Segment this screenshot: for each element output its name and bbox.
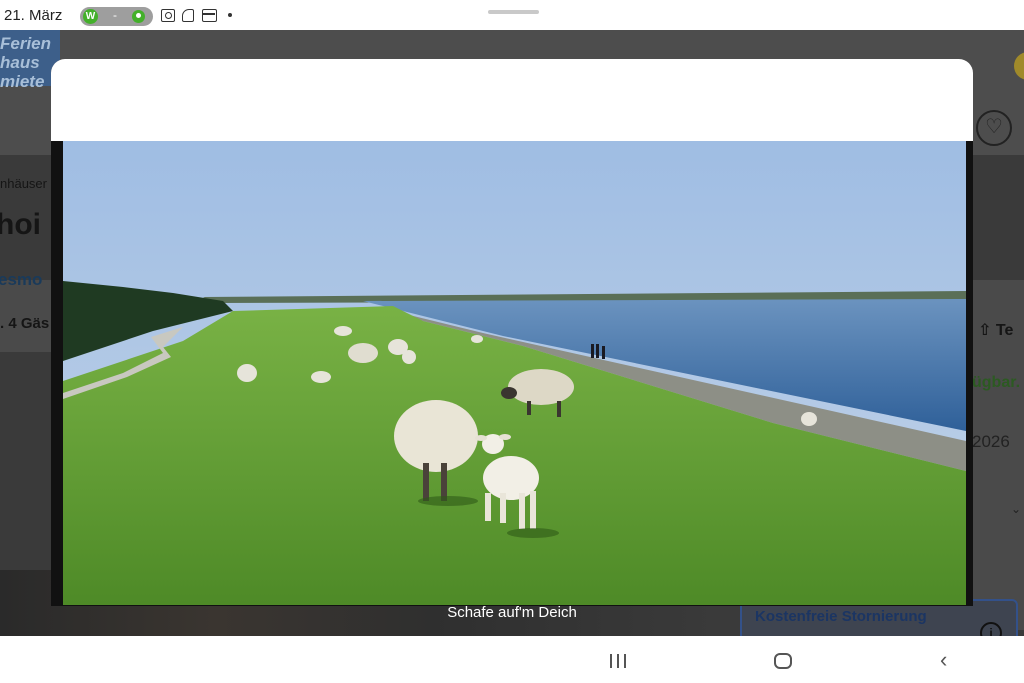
photo-caption: Schafe auf'm Deich — [447, 604, 577, 621]
sheep-on-dike-photo — [63, 141, 966, 605]
gallery-photo[interactable] — [63, 141, 966, 605]
listing-title: hoi — [0, 208, 41, 241]
chevron-down-icon: ⌄ — [1011, 502, 1022, 516]
favorite-heart-icon: ♡ — [976, 110, 1012, 146]
recents-bar-icon — [617, 654, 619, 668]
listing-subtitle: esmo — [0, 270, 43, 289]
home-button[interactable] — [774, 653, 792, 669]
wolfsburg-app-icon: W — [83, 9, 98, 24]
data-saver-icon — [182, 9, 194, 22]
recent-apps-button[interactable] — [610, 654, 628, 668]
window-icon — [202, 9, 217, 22]
recents-bar-icon — [610, 654, 612, 668]
date-year: 2026 — [972, 432, 1010, 451]
availability-text: ügbar. — [972, 374, 1021, 391]
guests-info: . 4 Gäs — [0, 315, 50, 332]
screenshot-scan-icon — [161, 9, 175, 22]
drag-handle[interactable] — [488, 10, 539, 14]
photo-gallery-modal — [51, 59, 973, 606]
status-date: 21. März — [4, 7, 63, 24]
modal-header — [51, 59, 973, 141]
share-button: ⇧ Te — [978, 322, 1014, 339]
share-label: Te — [995, 322, 1014, 339]
back-button[interactable]: ‹ — [940, 649, 947, 671]
breadcrumb: nhäuser — [0, 176, 47, 191]
notification-dot-icon — [228, 13, 232, 17]
recents-bar-icon — [624, 654, 626, 668]
status-pill-separator: - — [113, 8, 117, 22]
navigation-bar: ‹ — [0, 636, 1024, 683]
status-bar: 21. März W - — [0, 0, 1024, 30]
status-pill[interactable]: W - — [80, 7, 153, 26]
location-icon — [132, 10, 145, 23]
